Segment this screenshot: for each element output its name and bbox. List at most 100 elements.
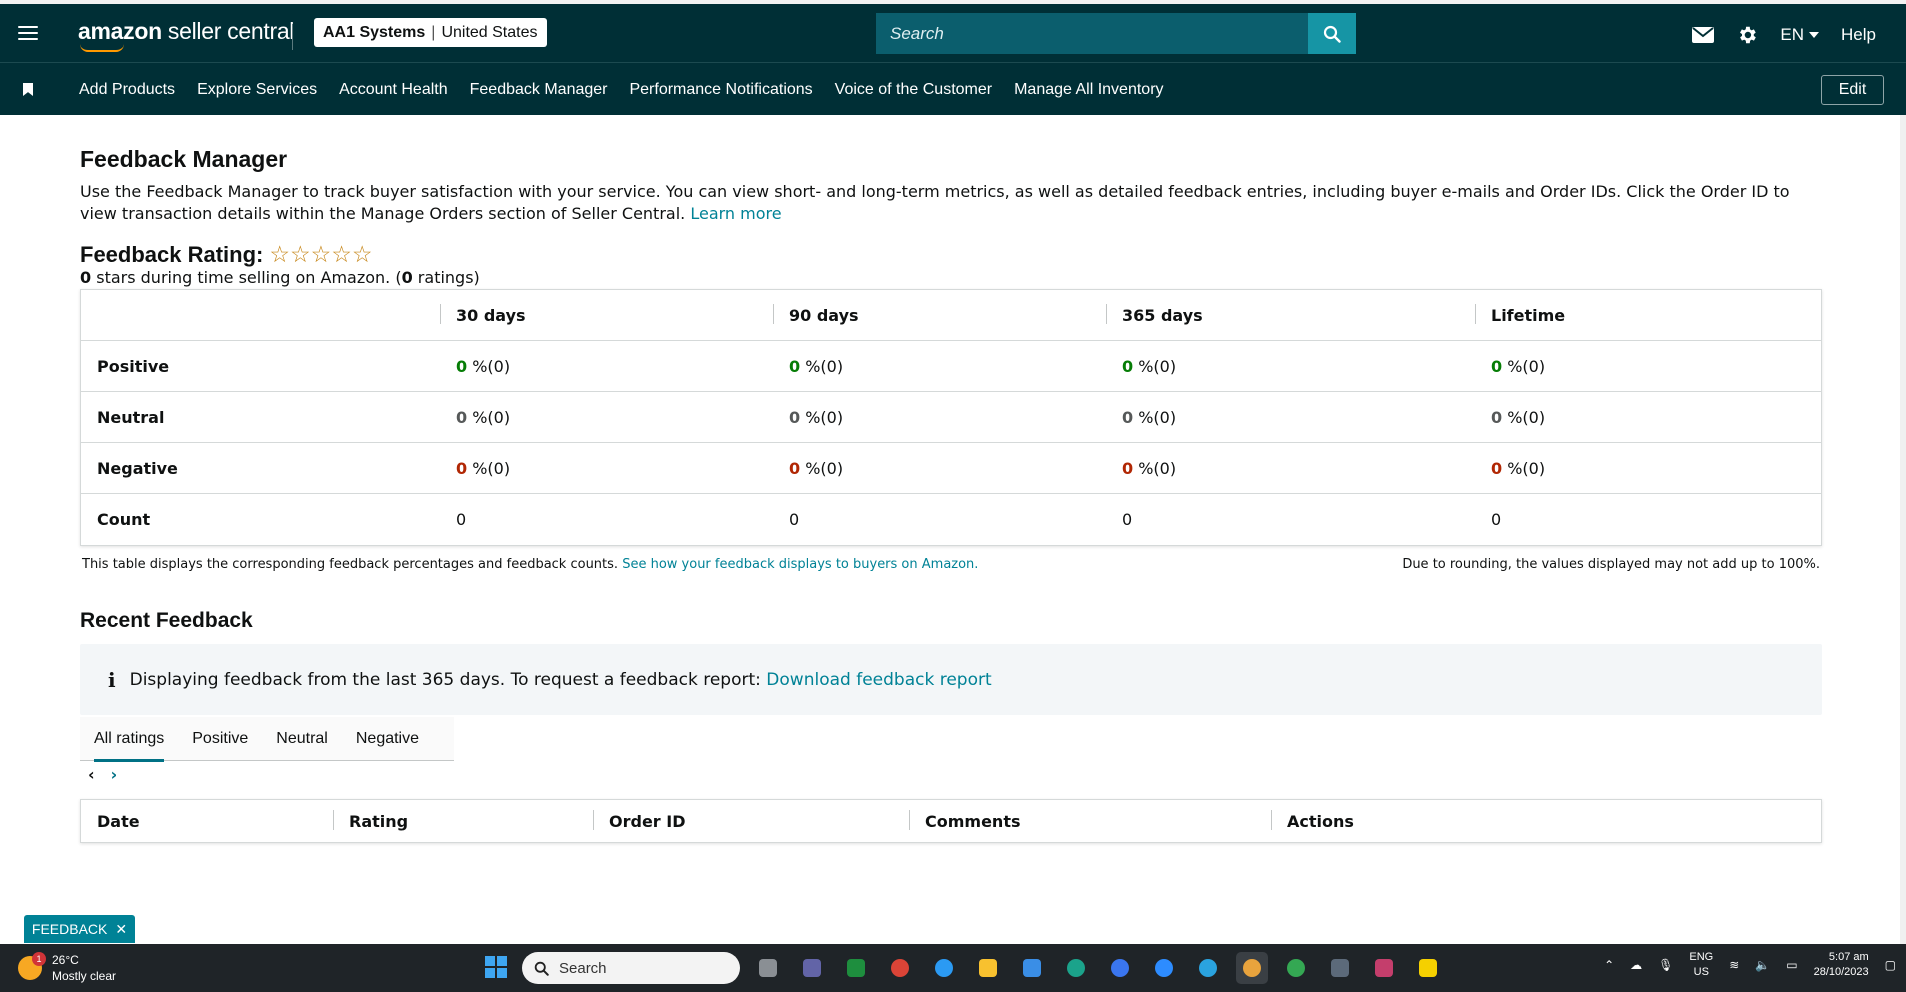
count-value: 0 [1491,510,1502,529]
chrome-profile-2-icon[interactable] [1280,952,1312,984]
table-header-365-days: 365 days [1106,303,1475,325]
clock-time: 5:07 am [1828,951,1869,963]
feedback-rating-label: Feedback Rating: [80,241,264,267]
value-suffix: %(0) [1502,407,1546,427]
mail-icon[interactable] [1692,27,1715,43]
logo-smile-icon [80,44,124,52]
nav-account-health[interactable]: Account Health [339,81,448,99]
search-input[interactable] [876,13,1308,54]
header-divider [292,24,293,50]
table-cell: 0 %(0) [1475,357,1821,376]
bookmark-nav-bar: Add Products Explore Services Account He… [0,62,1906,115]
chrome-profile-icon[interactable] [1236,952,1268,984]
language-label: EN [1780,25,1805,44]
task-view-icon[interactable] [752,952,784,984]
table-cell: 0 %(0) [440,459,773,478]
negative-value: 0 [789,458,801,478]
edit-bookmarks-button[interactable]: Edit [1821,75,1884,105]
snipping-tool-icon[interactable] [1368,952,1400,984]
gear-icon[interactable] [1736,24,1758,46]
menu-icon[interactable] [18,26,38,40]
input-language[interactable]: ENG US [1689,950,1713,980]
download-feedback-report-link[interactable]: Download feedback report [766,670,991,690]
search-button[interactable] [1308,13,1356,54]
teams-chat-icon[interactable] [796,952,828,984]
microphone-icon[interactable]: 🎙 [1658,958,1673,972]
account-name: AA1 Systems [323,23,426,41]
weather-temp: 26°C [52,953,79,967]
feedback-display-link[interactable]: See how your feedback displays to buyers… [622,557,978,572]
nav-explore-services[interactable]: Explore Services [197,81,317,99]
nav-feedback-manager[interactable]: Feedback Manager [470,81,608,99]
table-header-lifetime: Lifetime [1475,303,1821,325]
windows-start-icon[interactable] [485,956,507,978]
value-suffix: %(0) [1502,458,1546,478]
chevron-up-icon[interactable]: ⌃ [1604,958,1614,972]
microsoft-store-icon[interactable] [1016,952,1048,984]
file-explorer-icon[interactable] [972,952,1004,984]
helper-app-icon[interactable] [928,952,960,984]
column-date[interactable]: Date [81,812,333,831]
amazon-seller-central-logo[interactable]: amazon seller central [78,18,294,52]
sticky-notes-icon[interactable] [1412,952,1444,984]
chrome-icon[interactable] [884,952,916,984]
notifications-icon[interactable]: ▢ [1885,958,1896,972]
page-scrollbar[interactable] [1900,115,1906,944]
chevron-right-icon[interactable]: › [111,765,118,784]
table-cell: 0 %(0) [773,459,1106,478]
top-header: amazon seller central AA1 Systems | Unit… [0,0,1906,62]
nav-performance-notifications[interactable]: Performance Notifications [629,81,812,99]
tab-neutral[interactable]: Neutral [262,717,342,761]
tab-positive[interactable]: Positive [178,717,262,761]
clock[interactable]: 5:07 am 28/10/2023 [1814,950,1869,980]
account-switcher[interactable]: AA1 Systems | United States [314,18,547,47]
column-comments[interactable]: Comments [909,809,1271,831]
feedback-button[interactable]: FEEDBACK ✕ [24,915,135,943]
column-rating[interactable]: Rating [333,809,593,831]
signal-icon[interactable] [1104,952,1136,984]
table-cell: 0 %(0) [1106,459,1475,478]
info-icon: i [108,667,116,692]
close-icon[interactable]: ✕ [115,921,127,938]
weather-desc: Mostly clear [52,969,117,983]
wifi-icon[interactable]: ≋ [1729,958,1739,972]
neutral-value: 0 [1122,407,1134,427]
info-alert: i Displaying feedback from the last 365 … [80,644,1822,715]
taskbar-search[interactable]: Search [522,952,740,984]
edge-icon[interactable] [1060,952,1092,984]
neutral-value: 0 [456,407,468,427]
volume-icon[interactable]: 🔈 [1755,958,1770,972]
count-value: 0 [1122,510,1133,529]
weather-icon: 1 [18,952,46,980]
weather-widget[interactable]: 1 26°C Mostly clear [18,952,116,984]
tab-negative[interactable]: Negative [342,717,433,761]
nav-add-products[interactable]: Add Products [79,81,175,99]
header-search [876,13,1356,54]
nav-voice-of-the-customer[interactable]: Voice of the Customer [835,81,992,99]
taskbar-search-label: Search [559,959,607,977]
header-right-controls: EN Help [1692,4,1876,66]
value-suffix: %(0) [800,407,844,427]
logo-bold-text: amazon [78,18,162,44]
zoom-icon[interactable] [1148,952,1180,984]
language-selector[interactable]: EN [1780,25,1820,45]
bookmark-icon[interactable] [23,83,33,96]
nav-manage-all-inventory[interactable]: Manage All Inventory [1014,81,1163,99]
telegram-icon[interactable] [1192,952,1224,984]
chevron-left-icon[interactable]: ‹ [88,765,95,784]
help-link[interactable]: Help [1841,25,1876,45]
value-suffix: %(0) [1133,458,1177,478]
table-row-positive: Positive 0 %(0) 0 %(0) 0 %(0) 0 %(0) [81,341,1821,392]
count-value: 0 [789,510,800,529]
feedback-rating-heading: Feedback Rating: ☆☆☆☆☆ [80,241,372,268]
tab-all-ratings[interactable]: All ratings [80,717,178,762]
battery-icon[interactable]: ▭ [1786,958,1797,972]
negative-value: 0 [1122,458,1134,478]
star-rating-icon: ☆☆☆☆☆ [269,241,373,267]
onedrive-icon[interactable]: ☁ [1630,958,1642,972]
learn-more-link[interactable]: Learn more [690,204,781,223]
tab-pager: ‹ › [88,765,117,784]
calculator-icon[interactable] [1324,952,1356,984]
column-order-id[interactable]: Order ID [593,809,909,831]
sheets-icon[interactable] [840,952,872,984]
